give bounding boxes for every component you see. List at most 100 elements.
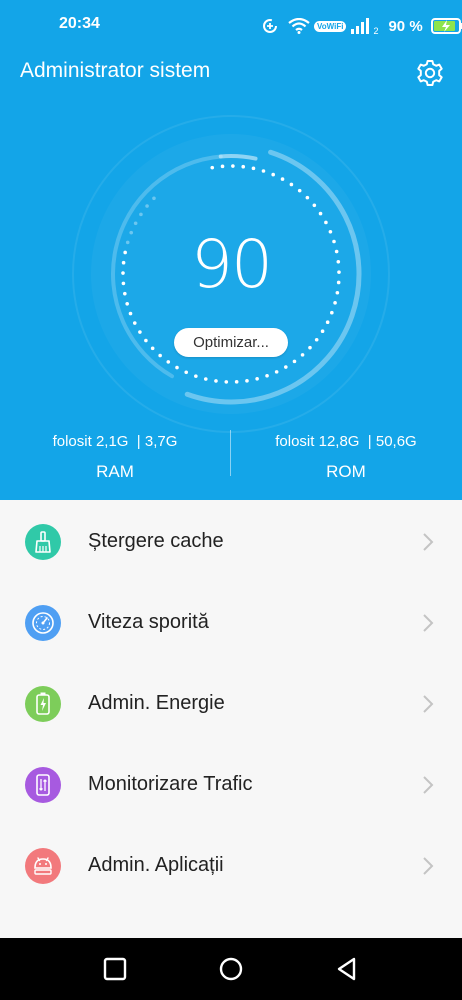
menu-label: Ștergere cache [88,530,224,552]
back-icon[interactable] [334,956,360,982]
page-title: Administrator sistem [20,59,211,82]
gauge-dot [220,164,225,169]
gauge-dot [224,380,229,384]
android-icon [25,848,61,884]
gauge-dot [261,169,266,173]
gauge-dot [203,377,208,381]
gauge-dot [125,240,130,245]
gear-icon[interactable] [413,56,447,90]
gauge-dot [314,337,319,342]
bolt-icon [441,20,450,32]
gauge-dot [271,172,275,177]
gauge-dot [138,330,142,334]
ram-label: RAM [96,462,134,481]
gauge-dot [175,365,179,370]
vowifi-badge: VoWiFi [314,20,347,32]
gauge-dot [324,220,328,225]
gauge-dot [280,177,285,181]
memory-divider [230,430,231,476]
menu-item-clear-cache[interactable]: Ștergere cache [0,500,462,581]
gauge-dot [128,311,133,316]
gauge-dot [139,212,143,217]
speedometer-icon [25,605,61,641]
gauge-dot [312,203,317,208]
gauge-dot [336,259,341,264]
menu-item-energy-admin[interactable]: Admin. Energie [0,662,462,743]
battery-icon [25,686,61,722]
chevron-right-icon [423,614,434,632]
gauge-dot [123,250,127,255]
rom-label: ROM [326,462,366,481]
gauge-dot [255,376,259,381]
gauge-dot [121,271,125,275]
gauge-dot [132,321,137,325]
status-bar: 20:34 VoWiFi 2 90 % [0,0,462,52]
chevron-right-icon [423,533,434,551]
gauge-dot [308,345,312,350]
gauge-dot [300,353,305,357]
gauge-dot [121,260,126,265]
status-time: 20:34 [59,15,100,32]
wifi-icon [288,18,310,34]
gauge-dot [330,310,334,315]
menu-item-speed-boost[interactable]: Viteza sporită [0,581,462,662]
gauge-dot [158,353,162,358]
menu-label: Admin. Aplicații [88,854,224,876]
gauge-dot [241,164,246,169]
broom-icon [25,524,61,560]
traffic-icon [25,767,61,803]
menu-item-traffic-monitor[interactable]: Monitorizare Trafic [0,743,462,824]
gauge-dot [305,195,310,200]
rom-usage: folosit 12,8G | 50,6G [275,433,417,450]
gauge-dot [184,370,189,375]
gauge-dot [125,301,129,306]
gauge-dot [210,165,215,170]
gauge-dot [318,211,323,216]
gauge-dot [245,379,249,383]
gauge-dot [234,380,239,384]
gauge-dot [150,346,155,351]
navigation-bar [0,938,462,1000]
battery-charging-icon [430,18,462,34]
menu-label: Viteza sporită [88,611,209,633]
gauge-dot [289,182,294,187]
ram-stats: folosit 2,1G | 3,7G RAM [15,432,215,482]
menu-label: Admin. Energie [88,692,225,714]
gauge-dot [325,320,330,324]
gauge-dot [336,280,341,285]
gauge-dot [265,374,269,378]
gauge-dot [337,270,341,274]
gauge-dot [144,338,148,343]
signal-icon [351,18,370,34]
gauge-dot [166,360,171,364]
gauge-dot [231,164,235,168]
menu-item-apps-admin[interactable]: Admin. Aplicații [0,824,462,905]
gauge-dot [274,370,279,374]
signal-sub-label: 2 [373,26,379,36]
battery-percent: 90 % [388,17,423,35]
gauge-dot [194,374,198,378]
menu-label: Monitorizare Trafic [88,773,253,795]
chevron-right-icon [423,857,434,875]
home-icon[interactable] [218,956,244,982]
gauge-dot [320,329,325,334]
gauge-dot [214,379,218,383]
gauge-dot [121,281,126,286]
gauge-dot [333,301,337,305]
gauge-dot [251,166,256,171]
gauge-dot [297,188,302,193]
data-saver-icon [263,19,277,33]
gauge-dot [292,359,297,364]
gauge-dot [133,221,138,226]
optimize-button[interactable]: Optimizar... [174,328,288,357]
status-icons: VoWiFi 2 90 % [262,13,462,39]
gauge-dot [335,290,340,295]
gauge-dot [334,249,339,254]
tools-menu: Ștergere cache Viteza sporită Admin. Ene… [0,500,462,905]
recent-apps-icon[interactable] [102,956,128,982]
gauge-dot [284,365,288,369]
gauge-dot [145,204,149,208]
rom-stats: folosit 12,8G | 50,6G ROM [246,432,446,482]
chevron-right-icon [423,695,434,713]
score-value: 90 [191,226,273,303]
